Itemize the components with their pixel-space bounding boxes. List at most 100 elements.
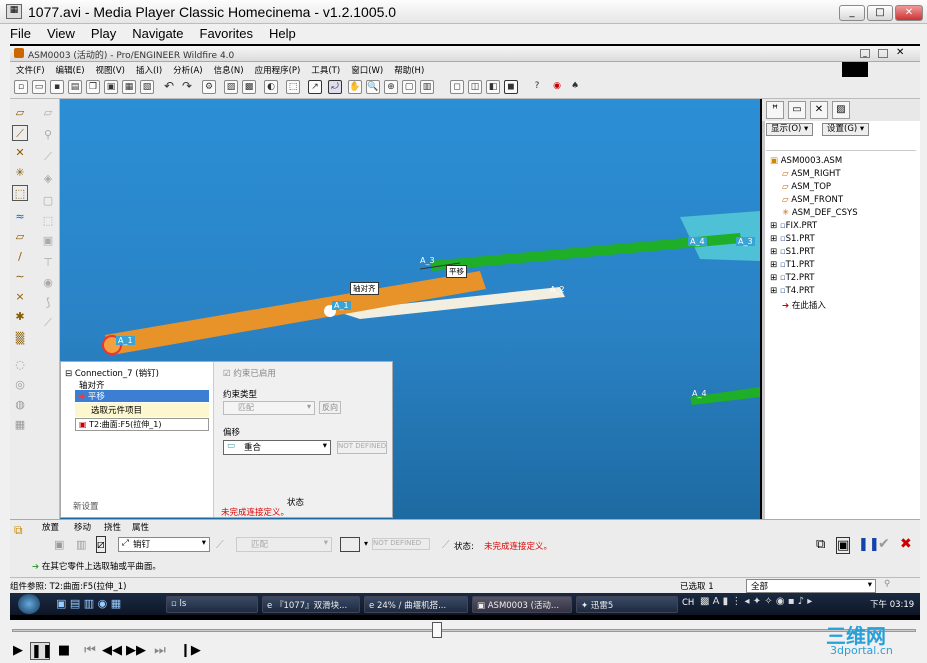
model-tree-tab-icon[interactable]: ꟸ [766,101,784,119]
start-orb-icon[interactable] [18,594,40,614]
paste2-icon[interactable]: ▧ [140,80,154,94]
minimize-button[interactable]: _ [839,5,865,21]
filter-icon[interactable]: ⚲ [884,579,890,589]
spin-icon[interactable]: ⤾ [328,80,342,94]
tab-placement[interactable]: 放置 [42,521,59,533]
select-component-item[interactable]: 选取元件项目 [75,403,209,417]
tab-properties[interactable]: 属性 [132,521,149,533]
color-icon[interactable]: ◉ [550,80,564,94]
pause-icon[interactable]: ❚❚ [858,537,880,552]
frame-step-icon[interactable]: ❙▶ [180,642,201,660]
copy-icon[interactable]: ❐ [86,80,100,94]
zoom-in-icon[interactable]: ⊕ [384,80,398,94]
proe-close-icon[interactable]: ✕ [896,47,904,58]
new-set-link[interactable]: 新设置 [73,500,99,512]
gray-col2-1-icon[interactable]: ▱ [40,105,56,121]
wireframe-icon[interactable]: ◻ [450,80,464,94]
flip-icon[interactable]: ⟋ [216,538,224,552]
pause-button-icon[interactable]: ❚❚ [30,642,53,660]
match-select[interactable]: 匹配 ▾ [236,537,332,552]
tab-move[interactable]: 移动 [74,521,91,533]
zoom-icon[interactable]: 🔍 [366,80,380,94]
gray-col2-11-icon[interactable]: ⟋ [40,315,56,331]
tree-item[interactable]: ⊞ ▫FIX.PRT [770,221,817,231]
seek-thumb[interactable] [431,622,442,638]
taskbar-item-1077[interactable]: e 『1077』双滑块... [262,596,360,613]
tree-item[interactable]: ▱ ASM_RIGHT [782,169,841,179]
gray-tool4-icon[interactable]: ▦ [12,417,28,433]
orient-icon[interactable]: ↗ [308,80,322,94]
quicklaunch-icon[interactable]: ▣ ▤ ▥ ◉ ▦ [56,597,121,610]
sketch-tool-icon[interactable]: ≈ [12,209,28,225]
tree-item[interactable]: ⊞ ▫S1.PRT [770,234,815,244]
offset-type-icon[interactable] [340,537,360,552]
folder-tab-icon[interactable]: ▭ [788,101,806,119]
repaint-icon[interactable]: ▨ [224,80,238,94]
tree-item[interactable]: ✳ ASM_DEF_CSYS [782,208,858,218]
menu-file[interactable]: File [10,26,31,41]
menu-navigate[interactable]: Navigate [132,26,183,41]
analysis-tool-icon[interactable]: ⬚ [12,185,28,201]
copy2-icon[interactable]: ▦ [122,80,136,94]
tree-item[interactable]: ▱ ASM_TOP [782,182,831,192]
tree-item[interactable]: ⊞ ▫T1.PRT [770,260,815,270]
prev-icon[interactable]: ⏮ [80,642,100,660]
gray-col2-10-icon[interactable]: ⟆ [40,295,56,311]
connection-mode-icon[interactable]: ⧄ [96,536,106,553]
csys-tool-icon[interactable]: ✳ [12,165,28,181]
tree-item[interactable]: ⊞ ▫T4.PRT [770,286,815,296]
next-icon[interactable]: ⏭ [150,642,170,660]
regenerate-icon[interactable]: ⚙ [202,80,216,94]
mesh-tool-icon[interactable]: ▒ [12,331,28,347]
stop-icon[interactable]: ■ [54,642,74,660]
offset-select[interactable]: ▭ 重合 ▾ [223,440,331,455]
datum-plane-tool-icon[interactable]: ▱ [12,105,28,121]
undo-icon[interactable]: ↶ [162,80,176,94]
save-icon[interactable]: ▪ [50,80,64,94]
plane-tool-icon[interactable]: ▱ [12,229,28,245]
gray-tool3-icon[interactable]: ◍ [12,397,28,413]
preview2-icon[interactable]: ▣ [836,537,851,554]
favorites-tab-icon[interactable]: ✕ [810,101,828,119]
tab-flexibility[interactable]: 挠性 [104,521,121,533]
menu-favorites[interactable]: Favorites [200,26,253,41]
connection-type-select[interactable]: ⤢ 销钉 ▾ [118,537,210,552]
line-tool-icon[interactable]: / [12,249,28,265]
hidden-line-icon[interactable]: ◫ [468,80,482,94]
offset-value-input[interactable]: NOT DEFINED [337,441,387,454]
shade-icon[interactable]: ◐ [264,80,278,94]
language-indicator[interactable]: CH [682,598,694,608]
proe-minimize-icon[interactable]: _ [860,49,870,58]
proe-menu-tools[interactable]: 工具(T) [311,64,340,76]
taskbar-item-proe[interactable]: ▣ ASM0003 (活动... [472,596,572,613]
tree-item[interactable]: ⊞ ▫S1.PRT [770,247,815,257]
reference-field[interactable]: ▣ T2:曲面:F5(拉伸_1) [75,418,209,431]
new-icon[interactable]: ▫ [14,80,28,94]
proe-menu-apps[interactable]: 应用程序(P) [255,64,301,76]
gray-col2-3-icon[interactable]: ⟋ [40,149,56,165]
proe-menu-info[interactable]: 信息(N) [214,64,244,76]
taskbar-item-ls[interactable]: ▫ ls [166,596,258,613]
proe-menu-window[interactable]: 窗口(W) [351,64,383,76]
forward-icon[interactable]: ▶▶ [126,642,146,660]
open-icon[interactable]: ▭ [32,80,46,94]
constraint-enabled-checkbox[interactable]: ☑ 约束已启用 [223,367,276,379]
tree-item[interactable]: ▱ ASM_FRONT [782,195,843,205]
constraint-translate[interactable]: ➔ 平移 [75,390,209,402]
connection-header[interactable]: ⊟ Connection_7 (销钉) [65,367,159,379]
proe-maximize-icon[interactable] [878,49,888,58]
paste-icon[interactable]: ▣ [104,80,118,94]
tray-icons[interactable]: ▩ A ▮ ⋮ ◂ ✦ ✧ ◉ ▪ ♪ ▸ [700,596,812,607]
csys2-tool-icon[interactable]: ✱ [12,309,28,325]
preview-icon[interactable]: ⧉ [816,537,825,552]
proe-menu-help[interactable]: 帮助(H) [394,64,424,76]
gray-col2-9-icon[interactable]: ◉ [40,275,56,291]
proe-menu-file[interactable]: 文件(F) [16,64,45,76]
predefined-icon[interactable]: ▥ [76,538,86,551]
cancel-x-icon[interactable]: ✖ [900,536,912,552]
saved-view-icon[interactable]: ▥ [420,80,434,94]
rewind-icon[interactable]: ◀◀ [102,642,122,660]
refit-icon[interactable]: ▢ [402,80,416,94]
settings-dropdown[interactable]: 设置(G) ▾ [822,123,870,136]
close-button[interactable]: ✕ [895,5,923,21]
